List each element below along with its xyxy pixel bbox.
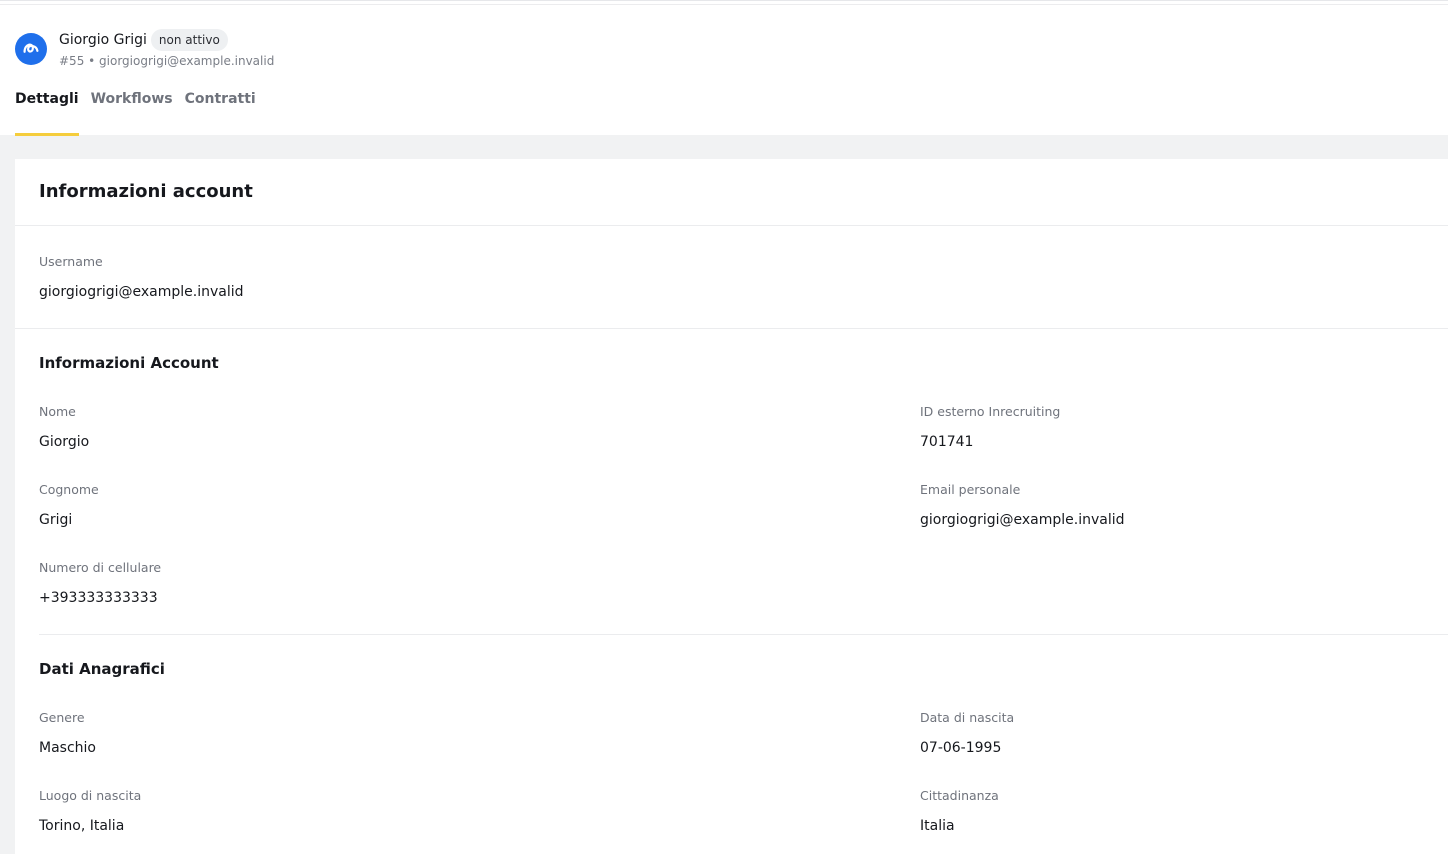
tab-workflows[interactable]: Workflows (91, 91, 173, 136)
cognome-label: Cognome (39, 482, 99, 497)
user-subtitle: #55 • giorgiogrigi@example.invalid (59, 54, 275, 68)
divider (15, 328, 1448, 329)
nome-label: Nome (39, 404, 76, 419)
id-esterno-value: 701741 (920, 434, 974, 450)
nome-value: Giorgio (39, 434, 90, 450)
user-name-row: Giorgio Grigi non attivo (59, 29, 228, 51)
header-top-divider (0, 4, 1448, 5)
tab-dettagli[interactable]: Dettagli (15, 91, 79, 136)
profile-header: Giorgio Grigi non attivo #55 • giorgiogr… (0, 0, 1448, 136)
avatar (15, 33, 47, 65)
email-personale-value: giorgiogrigi@example.invalid (920, 512, 1125, 528)
genere-label: Genere (39, 710, 85, 725)
brand-logo-icon (23, 43, 39, 53)
status-badge: non attivo (150, 29, 228, 51)
cellulare-label: Numero di cellulare (39, 560, 162, 575)
cittadinanza-label: Cittadinanza (920, 788, 999, 803)
data-nascita-value: 07-06-1995 (920, 740, 1002, 756)
cittadinanza-value: Italia (920, 818, 955, 834)
cognome-value: Grigi (39, 512, 73, 528)
tab-bar: Dettagli Workflows Contratti (15, 91, 256, 136)
divider (15, 225, 1448, 226)
section-title-anagrafici: Dati Anagrafici (39, 660, 165, 678)
id-esterno-label: ID esterno Inrecruiting (920, 404, 1061, 419)
luogo-nascita-value: Torino, Italia (39, 818, 125, 834)
username-value: giorgiogrigi@example.invalid (39, 284, 244, 300)
username-label: Username (39, 254, 103, 269)
email-personale-label: Email personale (920, 482, 1021, 497)
divider (39, 634, 1448, 635)
account-card: Informazioni account Username giorgiogri… (15, 159, 1448, 854)
genere-value: Maschio (39, 740, 96, 756)
cellulare-value: +393333333333 (39, 590, 158, 606)
card-title: Informazioni account (39, 181, 253, 202)
data-nascita-label: Data di nascita (920, 710, 1015, 725)
page: Giorgio Grigi non attivo #55 • giorgiogr… (0, 0, 1448, 854)
user-name: Giorgio Grigi (59, 32, 147, 48)
luogo-nascita-label: Luogo di nascita (39, 788, 142, 803)
section-title-account: Informazioni Account (39, 354, 219, 372)
tab-contratti[interactable]: Contratti (185, 91, 256, 136)
